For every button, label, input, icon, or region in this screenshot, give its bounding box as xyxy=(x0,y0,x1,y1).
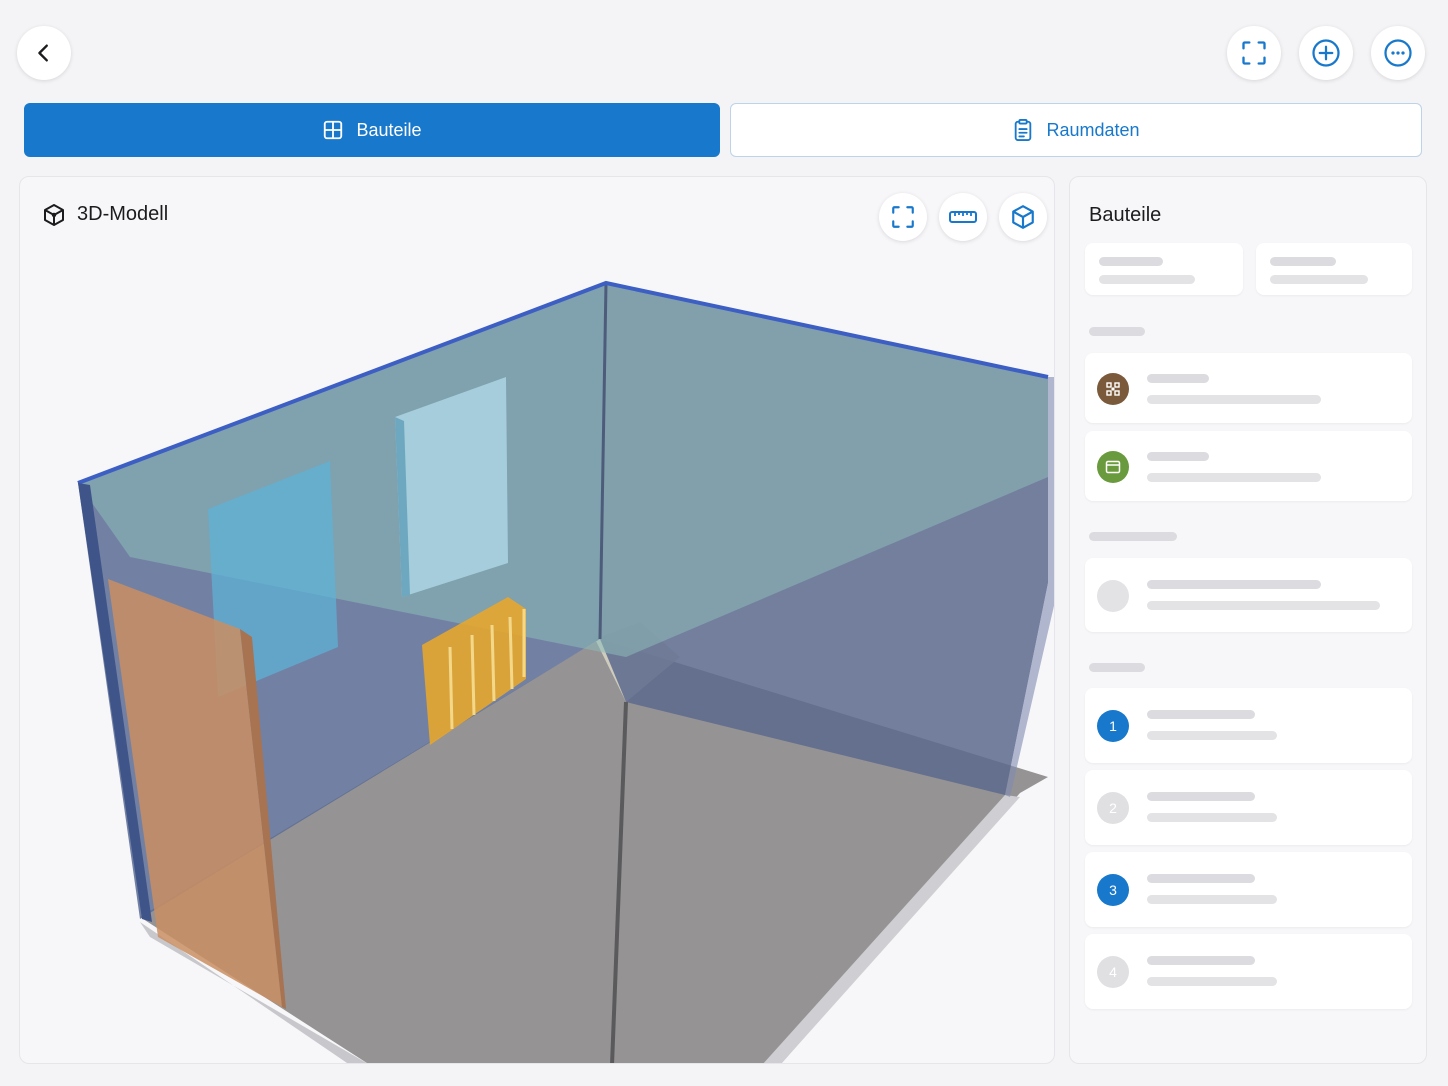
tab-bauteile-label: Bauteile xyxy=(356,119,422,140)
placeholder-bar xyxy=(1147,452,1209,461)
step-badge: 1 xyxy=(1097,710,1129,742)
more-button[interactable] xyxy=(1371,26,1425,80)
placeholder-bar xyxy=(1147,395,1321,404)
tab-bauteile[interactable]: Bauteile xyxy=(24,103,720,157)
placeholder-bar xyxy=(1270,257,1336,266)
components-sidebar: Bauteile 1 2 3 4 xyxy=(1069,176,1427,1064)
placeholder-bar xyxy=(1270,275,1368,284)
chevron-left-icon xyxy=(38,44,48,62)
tab-raumdaten[interactable]: Raumdaten xyxy=(730,103,1422,157)
add-button[interactable] xyxy=(1299,26,1353,80)
model-viewer-panel: 3D-Modell xyxy=(19,176,1055,1064)
placeholder-bar xyxy=(1147,956,1255,965)
tab-raumdaten-label: Raumdaten xyxy=(1046,119,1140,140)
placeholder-bar xyxy=(1099,257,1163,266)
placeholder-bar xyxy=(1099,275,1195,284)
more-circle-icon xyxy=(1384,39,1412,67)
grid-icon xyxy=(324,120,343,140)
placeholder-bar xyxy=(1147,601,1380,610)
badge-green xyxy=(1097,451,1129,483)
section-heading-placeholder xyxy=(1089,663,1145,672)
placeholder-bar xyxy=(1147,977,1277,986)
placeholder-bar xyxy=(1147,731,1277,740)
back-button[interactable] xyxy=(17,26,71,80)
placeholder-bar xyxy=(1147,813,1277,822)
placeholder-bar xyxy=(1147,895,1277,904)
step-badge: 3 xyxy=(1097,874,1129,906)
placeholder-bar xyxy=(1147,710,1255,719)
placeholder-bar xyxy=(1147,874,1255,883)
section-heading-placeholder xyxy=(1089,327,1145,336)
summary-card[interactable] xyxy=(1256,243,1412,295)
placeholder-bar xyxy=(1147,792,1255,801)
fullscreen-button[interactable] xyxy=(1227,26,1281,80)
placeholder-bar xyxy=(1147,580,1321,589)
window-icon xyxy=(1105,460,1121,474)
step-item-1[interactable]: 1 xyxy=(1085,688,1412,763)
sidebar-title: Bauteile xyxy=(1089,204,1162,226)
clipboard-icon xyxy=(1015,119,1032,141)
badge-placeholder xyxy=(1097,580,1129,612)
step-badge: 2 xyxy=(1097,792,1129,824)
badge-brown xyxy=(1097,373,1129,405)
section-heading-placeholder xyxy=(1089,532,1177,541)
summary-card[interactable] xyxy=(1085,243,1243,295)
step-item-4[interactable]: 4 xyxy=(1085,934,1412,1009)
list-item[interactable] xyxy=(1085,353,1412,423)
step-item-3[interactable]: 3 xyxy=(1085,852,1412,927)
placeholder-bar xyxy=(1147,473,1321,482)
list-item[interactable] xyxy=(1085,558,1412,632)
room-3d-model[interactable] xyxy=(20,177,1055,1064)
placeholder-bar xyxy=(1147,374,1209,383)
pattern-icon xyxy=(1106,382,1120,396)
step-badge: 4 xyxy=(1097,956,1129,988)
list-item[interactable] xyxy=(1085,431,1412,501)
fullscreen-icon xyxy=(1242,41,1266,65)
step-item-2[interactable]: 2 xyxy=(1085,770,1412,845)
plus-circle-icon xyxy=(1312,39,1340,67)
